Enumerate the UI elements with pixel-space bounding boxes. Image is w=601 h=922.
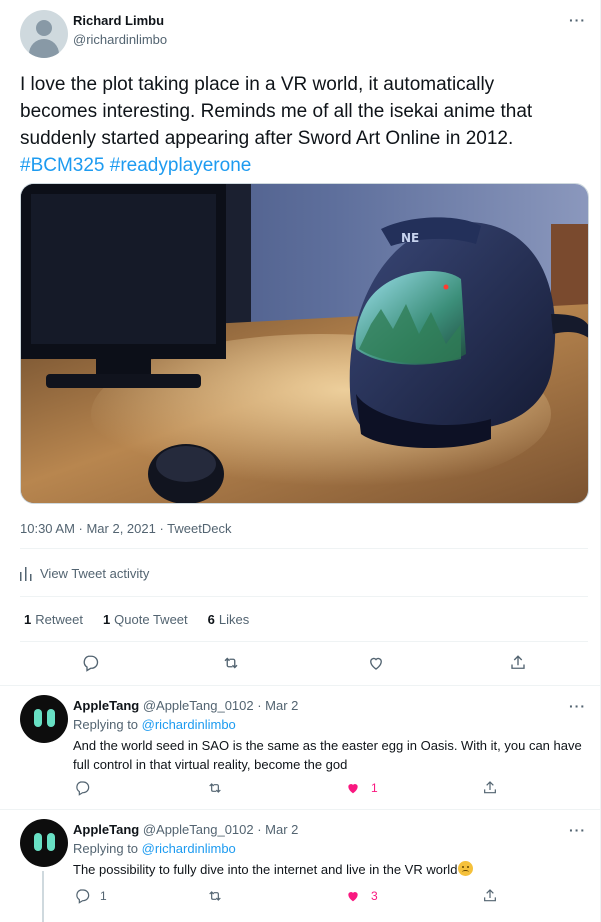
retweet-stat[interactable]: 1 Retweet (24, 612, 83, 627)
svg-text:NE: NE (401, 231, 419, 245)
retweet-button[interactable] (207, 888, 223, 904)
tweet-image[interactable]: NE (20, 183, 589, 504)
more-icon[interactable]: ··· (569, 699, 586, 713)
reply-count: 1 (100, 889, 107, 903)
tweet-stats: 1 Retweet 1 Quote Tweet 6 Likes (24, 612, 249, 627)
retweet-icon (209, 783, 221, 793)
reply-text: The possibility to fully dive into the i… (73, 860, 588, 879)
activity-icon (20, 566, 32, 581)
reply-button[interactable] (81, 654, 99, 672)
share-button[interactable] (509, 654, 527, 672)
tweet-text-line: becomes interesting. Reminds me of all t… (20, 101, 533, 122)
reply-author-meta: @AppleTang_0102 · Mar 2 (142, 698, 299, 713)
divider (0, 685, 601, 686)
like-icon (370, 657, 382, 670)
tweet-timestamp[interactable]: 10:30 AM · Mar 2, 2021 · TweetDeck (20, 521, 231, 536)
thread-line (42, 871, 44, 922)
like-icon (348, 892, 358, 902)
like-button[interactable]: 3 (345, 888, 378, 904)
like-icon (348, 784, 358, 794)
likes-stat[interactable]: 6 Likes (208, 612, 250, 627)
activity-label: View Tweet activity (40, 566, 150, 581)
reply-author-meta: @AppleTang_0102 · Mar 2 (142, 822, 299, 837)
author-handle[interactable]: @richardinlimbo (73, 32, 167, 47)
divider (20, 596, 588, 597)
replying-to: Replying to @richardinlimbo (73, 841, 236, 856)
like-count: 3 (371, 889, 378, 903)
share-icon (484, 889, 496, 902)
retweet-button[interactable] (222, 654, 240, 672)
replying-to-link[interactable]: @richardinlimbo (142, 717, 236, 732)
quote-tweet-stat[interactable]: 1 Quote Tweet (103, 612, 188, 627)
author-avatar[interactable] (20, 10, 68, 58)
reply-author-avatar[interactable] (20, 695, 68, 743)
hashtag-link[interactable]: #BCM325 (20, 155, 105, 176)
tweet-page: Richard Limbu @richardinlimbo ··· I love… (0, 0, 601, 922)
reply-button[interactable] (74, 780, 100, 796)
like-button[interactable] (367, 654, 385, 672)
replying-to-link[interactable]: @richardinlimbo (142, 841, 236, 856)
like-count: 1 (371, 781, 378, 795)
tweet-text: I love the plot taking place in a VR wor… (20, 71, 590, 179)
like-button[interactable]: 1 (345, 780, 378, 796)
reply-icon (76, 781, 90, 796)
retweet-icon (209, 891, 221, 901)
reply-author-name[interactable]: AppleTang (73, 822, 139, 837)
replying-to: Replying to @richardinlimbo (73, 717, 236, 732)
worried-face-emoji (458, 861, 474, 876)
reply-author-name[interactable]: AppleTang (73, 698, 139, 713)
author-name[interactable]: Richard Limbu (73, 13, 164, 28)
view-tweet-activity-link[interactable]: View Tweet activity (20, 566, 149, 581)
share-button[interactable] (482, 780, 498, 796)
tweet-text-line: suddenly started appearing after Sword A… (20, 128, 514, 149)
reply-author[interactable]: AppleTang @AppleTang_0102 · Mar 2 (73, 822, 298, 837)
tweet-text-line: I love the plot taking place in a VR wor… (20, 74, 495, 95)
reply-author-avatar[interactable] (20, 819, 68, 867)
retweet-button[interactable] (207, 780, 223, 796)
reply-text: And the world seed in SAO is the same as… (73, 738, 582, 772)
divider (20, 548, 588, 549)
default-avatar-icon (36, 20, 52, 36)
share-button[interactable] (482, 888, 498, 904)
retweet-icon (224, 657, 238, 669)
reply-icon (83, 655, 99, 672)
more-icon[interactable]: ··· (569, 13, 586, 27)
divider (0, 809, 601, 810)
reply-icon (76, 889, 90, 904)
more-icon[interactable]: ··· (569, 823, 586, 837)
share-icon (511, 655, 525, 669)
divider (20, 641, 588, 642)
reply-author[interactable]: AppleTang @AppleTang_0102 · Mar 2 (73, 698, 298, 713)
share-icon (484, 781, 496, 794)
reply-button[interactable]: 1 (74, 888, 107, 904)
vr-helmet-illustration: NE (21, 184, 588, 503)
hashtag-link[interactable]: #readyplayerone (110, 155, 252, 176)
